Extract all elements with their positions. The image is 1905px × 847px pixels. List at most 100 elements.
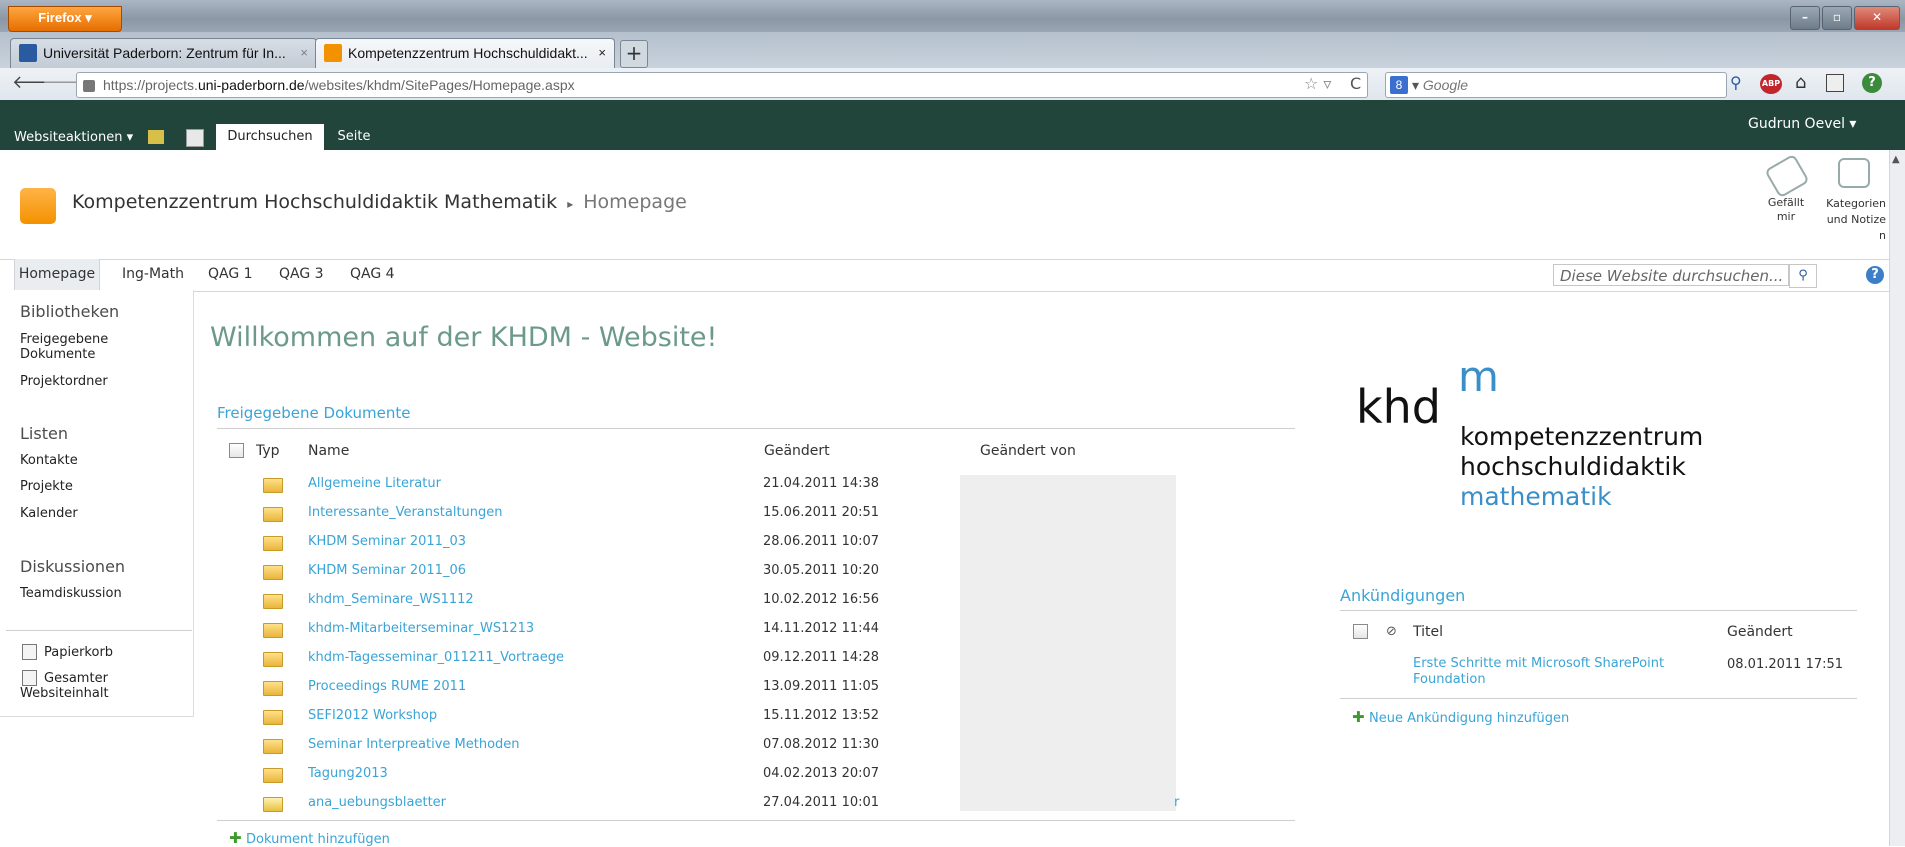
contacts-link[interactable]: Kontakte — [20, 453, 78, 468]
folder-icon — [263, 594, 283, 609]
site-actions-menu[interactable]: Websiteaktionen ▾ — [14, 130, 133, 145]
topnav-qag3[interactable]: QAG 3 — [279, 259, 324, 290]
doc-name[interactable]: KHDM Seminar 2011_06 — [308, 563, 466, 578]
doc-name[interactable]: Tagung2013 — [308, 766, 388, 781]
magnifier-icon[interactable]: ⚲ — [1730, 73, 1742, 92]
doc-name[interactable]: Seminar Interpreative Methoden — [308, 737, 520, 752]
logo-khd: khd — [1356, 380, 1441, 434]
topnav-qag1[interactable]: QAG 1 — [208, 259, 253, 290]
firefox-menu-button[interactable]: Firefox ▾ — [8, 6, 122, 32]
col-modified[interactable]: Geändert — [764, 443, 830, 459]
tags-notes-label[interactable]: Kategorien und Notizen — [1820, 196, 1886, 244]
doc-name[interactable]: khdm-Tagesseminar_011211_Vortraege — [308, 650, 564, 665]
logo-line1: kompetenzzentrum — [1460, 422, 1704, 451]
new-tab-button[interactable]: + — [620, 40, 648, 68]
tags-notes-icon[interactable] — [1838, 158, 1870, 188]
maximize-icon[interactable]: ▫ — [1822, 6, 1852, 30]
select-all-checkbox[interactable] — [229, 443, 244, 458]
help-menu-icon[interactable]: ? — [1862, 73, 1882, 93]
discussions-heading[interactable]: Diskussionen — [20, 557, 125, 576]
logo-m: m — [1458, 352, 1499, 401]
doc-modified: 09.12.2011 14:28 — [763, 650, 880, 665]
doc-modified: 27.04.2011 10:01 — [763, 795, 880, 810]
shared-docs-link[interactable]: Freigegebene Dokumente — [20, 332, 150, 362]
doc-name[interactable]: Proceedings RUME 2011 — [308, 679, 466, 694]
projects-link[interactable]: Projekte — [20, 479, 73, 494]
libraries-heading[interactable]: Bibliotheken — [20, 302, 119, 321]
like-tag-icon[interactable] — [1764, 153, 1810, 199]
folder-icon — [263, 478, 283, 493]
col-type[interactable]: Typ — [256, 443, 280, 459]
site-search-input[interactable]: Diese Website durchsuchen... — [1553, 264, 1789, 286]
tab-khdm[interactable]: Kompetenzzentrum Hochschuldidakt... × — [315, 38, 615, 69]
url-domain: uni-paderborn.de — [197, 77, 305, 93]
help-icon[interactable]: ? — [1866, 266, 1884, 284]
announcements-bottom-line — [1340, 698, 1857, 699]
doc-modified: 28.06.2011 10:07 — [763, 534, 880, 549]
tab-durchsuchen[interactable]: Durchsuchen — [216, 124, 324, 150]
doc-name[interactable]: khdm-Mitarbeiterseminar_WS1213 — [308, 621, 534, 636]
lock-icon — [83, 80, 95, 93]
doc-name[interactable]: SEFI2012 Workshop — [308, 708, 437, 723]
locked-folder-icon — [263, 797, 283, 812]
close-window-icon[interactable]: ✕ — [1854, 6, 1900, 30]
topnav-homepage[interactable]: Homepage — [14, 259, 100, 290]
announcements-col-modified[interactable]: Geändert — [1727, 624, 1793, 640]
doc-modified: 30.05.2011 10:20 — [763, 563, 880, 578]
tab-close-icon[interactable]: × — [300, 39, 308, 67]
home-icon[interactable]: ⌂ — [1795, 72, 1806, 93]
like-button-label[interactable]: Gefällt mir — [1758, 196, 1814, 224]
modified-by-fragment[interactable]: r — [1174, 795, 1179, 810]
site-search-icon[interactable]: ⚲ — [1789, 264, 1817, 288]
bookmarks-icon[interactable] — [1826, 74, 1844, 92]
all-content-link[interactable]: Gesamter Websiteinhalt — [20, 671, 130, 701]
search-engine-icon[interactable]: 8 — [1390, 76, 1408, 94]
topnav-qag4[interactable]: QAG 4 — [350, 259, 395, 290]
site-logo-icon[interactable] — [20, 188, 56, 224]
project-folder-link[interactable]: Projektordner — [20, 374, 108, 389]
col-modified-by[interactable]: Geändert von — [980, 443, 1076, 459]
url-bar[interactable]: https://projects.uni-paderborn.de/websit… — [76, 72, 1368, 98]
vertical-scrollbar[interactable] — [1889, 150, 1905, 846]
navigate-up-icon[interactable] — [148, 130, 164, 144]
calendar-link[interactable]: Kalender — [20, 506, 78, 521]
folder-icon — [263, 652, 283, 667]
user-menu[interactable]: Gudrun Oevel ▾ — [1748, 116, 1856, 132]
announcements-col-title[interactable]: Titel — [1413, 624, 1443, 640]
add-document-link[interactable]: Dokument hinzufügen — [246, 832, 390, 847]
recycle-bin-link[interactable]: Papierkorb — [44, 645, 113, 660]
team-discussion-link[interactable]: Teamdiskussion — [20, 586, 122, 601]
doc-name[interactable]: Interessante_Veranstaltungen — [308, 505, 503, 520]
doc-modified: 04.02.2013 20:07 — [763, 766, 880, 781]
doc-name[interactable]: ana_uebungsblaetter — [308, 795, 446, 810]
doc-name[interactable]: khdm_Seminare_WS1112 — [308, 592, 474, 607]
doc-name[interactable]: KHDM Seminar 2011_03 — [308, 534, 466, 549]
adblock-icon[interactable]: ABP — [1760, 74, 1782, 94]
announcement-item-title[interactable]: Erste Schritte mit Microsoft SharePoint … — [1413, 656, 1681, 688]
announcements-title[interactable]: Ankündigungen — [1340, 586, 1465, 605]
doc-modified: 13.09.2011 11:05 — [763, 679, 880, 694]
announcements-select-checkbox[interactable] — [1353, 624, 1368, 639]
lists-heading[interactable]: Listen — [20, 424, 68, 443]
folder-icon — [263, 536, 283, 551]
doc-modified: 15.06.2011 20:51 — [763, 505, 880, 520]
topnav-ing-math[interactable]: Ing-Math — [122, 259, 184, 290]
doc-name[interactable]: Allgemeine Literatur — [308, 476, 441, 491]
reload-icon[interactable]: C — [1350, 74, 1361, 93]
tab-seite[interactable]: Seite — [334, 124, 374, 150]
site-title-link[interactable]: Kompetenzzentrum Hochschuldidaktik Mathe… — [72, 191, 557, 213]
tab-close-icon[interactable]: × — [598, 39, 606, 67]
docs-bottom-line — [217, 820, 1295, 821]
docs-webpart-title[interactable]: Freigegebene Dokumente — [217, 404, 410, 422]
scroll-up-icon[interactable]: ▲ — [1892, 154, 1900, 165]
folder-icon — [263, 565, 283, 580]
search-box[interactable]: 8 ▾ Google — [1385, 72, 1727, 98]
bookmark-star-icon[interactable]: ☆ ▿ — [1304, 74, 1331, 93]
add-plus-icon: ✚ — [1352, 708, 1365, 726]
col-name[interactable]: Name — [308, 443, 349, 459]
folder-icon — [263, 710, 283, 725]
edit-page-icon[interactable] — [186, 129, 204, 147]
minimize-icon[interactable]: – — [1790, 6, 1820, 30]
tab-unipaderborn[interactable]: Universität Paderborn: Zentrum für In...… — [10, 38, 317, 69]
add-announcement-link[interactable]: Neue Ankündigung hinzufügen — [1369, 711, 1569, 726]
